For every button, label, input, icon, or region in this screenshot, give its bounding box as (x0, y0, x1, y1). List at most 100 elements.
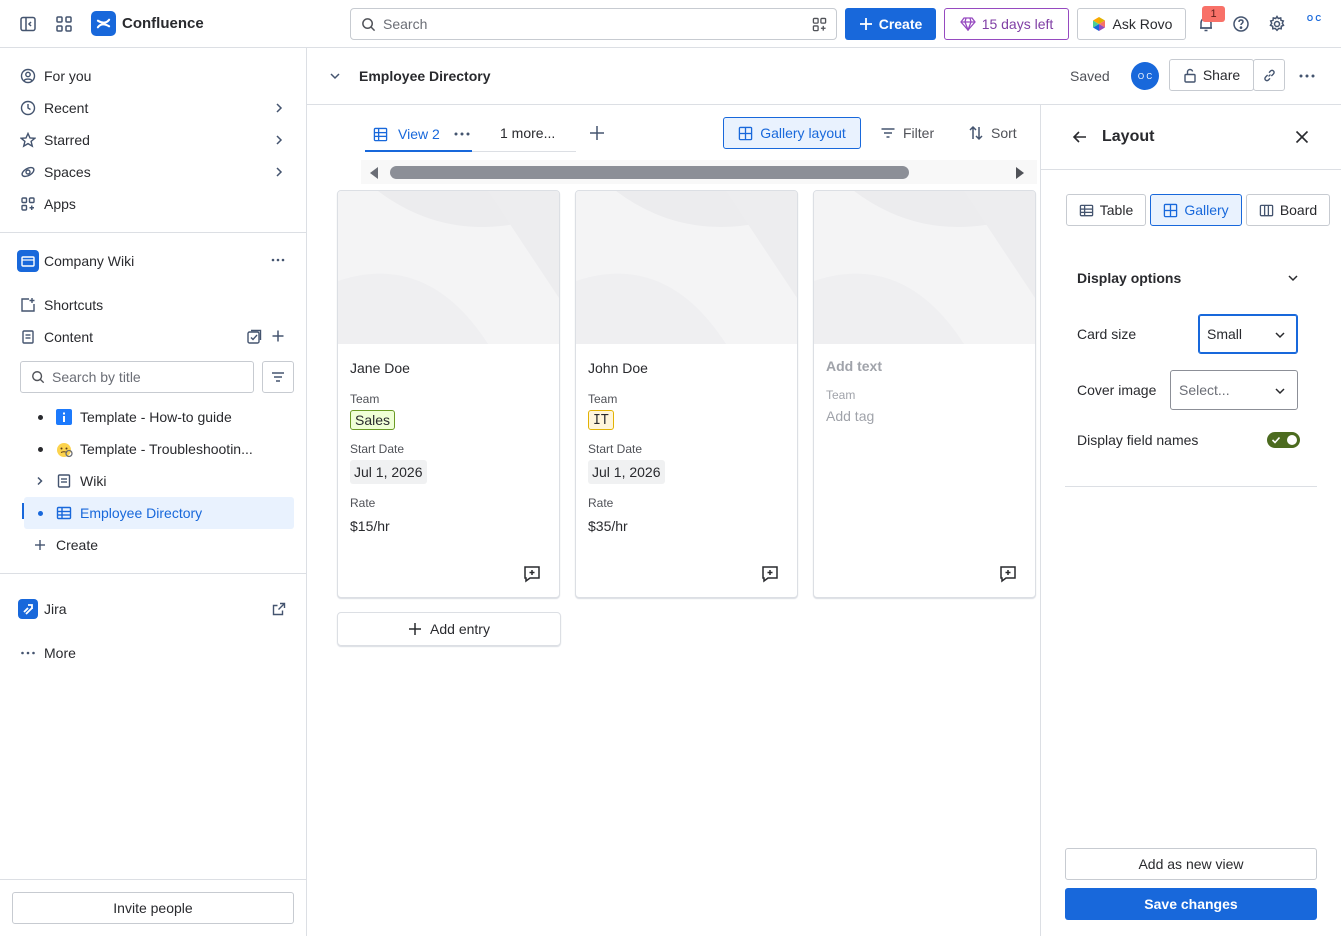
copy-link-button[interactable] (1253, 59, 1285, 91)
field-label: Rate (350, 496, 376, 510)
sidebar-space-company-wiki[interactable]: Company Wiki (12, 245, 294, 277)
display-field-names-toggle[interactable] (1267, 432, 1300, 448)
gallery-layout-button[interactable]: Gallery layout (723, 117, 861, 149)
layout-option-board[interactable]: Board (1246, 194, 1330, 226)
start-date-value[interactable]: Jul 1, 2026 (350, 460, 427, 484)
add-comment-icon[interactable] (523, 565, 541, 583)
content-search-input[interactable]: Search by title (20, 361, 254, 393)
field-label: Team (588, 392, 618, 406)
gallery-card[interactable]: Jane Doe Team Sales Start Date Jul 1, 20… (337, 190, 560, 598)
share-button[interactable]: Share (1169, 59, 1254, 91)
add-tag-placeholder[interactable]: Add tag (826, 408, 874, 424)
add-content-plus-icon[interactable] (271, 329, 285, 343)
app-switcher-icon[interactable] (52, 12, 76, 36)
card-cover-image (338, 191, 559, 344)
sidebar-item-shortcuts[interactable]: Shortcuts (12, 289, 294, 321)
more-views-tab[interactable]: 1 more... (500, 125, 555, 141)
create-button[interactable]: Create (845, 8, 936, 40)
sidebar-item-apps[interactable]: Apps (12, 188, 294, 220)
content-search-placeholder: Search by title (52, 369, 141, 385)
tree-item-how-to-guide[interactable]: Template - How-to guide (24, 401, 294, 433)
add-entry-button[interactable]: Add entry (337, 612, 561, 646)
confluence-logo-icon[interactable] (91, 11, 116, 36)
field-label: Rate (588, 496, 614, 510)
chevron-right-icon[interactable] (272, 133, 286, 147)
card-size-select[interactable]: Small (1198, 314, 1298, 354)
more-actions-icon[interactable] (1298, 68, 1316, 84)
collaborator-avatar[interactable]: O C (1131, 62, 1159, 90)
ask-rovo-button[interactable]: Ask Rovo (1077, 8, 1186, 40)
global-search-input[interactable]: Search (350, 8, 837, 40)
add-view-plus-icon[interactable] (589, 125, 605, 141)
close-icon[interactable] (1294, 129, 1310, 145)
sidebar-item-jira[interactable]: Jira (12, 593, 294, 625)
brand-name[interactable]: Confluence (122, 15, 204, 32)
sidebar-toggle-icon[interactable] (16, 12, 40, 36)
cover-image-select[interactable]: Select... (1170, 370, 1298, 410)
team-tag[interactable]: Sales (350, 410, 396, 430)
sort-button[interactable]: Sort (968, 117, 1017, 149)
sidebar-item-content[interactable]: Content (12, 321, 294, 353)
back-arrow-icon[interactable] (1072, 129, 1088, 145)
sidebar-item-for-you[interactable]: For you (12, 60, 294, 92)
toggle-knob (1287, 435, 1297, 445)
scroll-right-arrow-icon[interactable] (1014, 166, 1026, 180)
space-avatar-icon (12, 250, 44, 272)
sort-icon (969, 125, 983, 141)
board-icon (1259, 204, 1274, 216)
team-tag[interactable]: IT (588, 410, 614, 430)
profile-avatar[interactable]: O C (1301, 14, 1327, 34)
add-comment-icon[interactable] (761, 565, 779, 583)
expand-chevron-icon[interactable] (24, 475, 56, 487)
diamond-icon (959, 17, 976, 31)
chevron-right-icon[interactable] (272, 101, 286, 115)
gallery-card[interactable]: Add text Team Add tag (813, 190, 1036, 598)
gallery-card[interactable]: John Doe Team IT Start Date Jul 1, 2026 … (575, 190, 798, 598)
tab-view-2[interactable]: View 2 (365, 116, 478, 152)
gallery-layout-label: Gallery layout (760, 125, 846, 141)
jira-logo-icon (12, 599, 44, 619)
sort-label: Sort (991, 125, 1017, 141)
add-comment-icon[interactable] (999, 565, 1017, 583)
save-changes-button[interactable]: Save changes (1065, 888, 1317, 920)
card-title-placeholder[interactable]: Add text (826, 358, 882, 374)
tree-item-troubleshooting[interactable]: Template - Troubleshootin... (24, 433, 294, 465)
tree-create-button[interactable]: Create (24, 529, 294, 561)
sidebar-item-starred[interactable]: Starred (12, 124, 294, 156)
start-date-value[interactable]: Jul 1, 2026 (588, 460, 665, 484)
view-more-icon[interactable] (454, 132, 470, 136)
display-options-heading[interactable]: Display options (1077, 270, 1181, 286)
layout-option-table[interactable]: Table (1066, 194, 1146, 226)
trial-button[interactable]: 15 days left (944, 8, 1069, 40)
chevron-down-icon (1273, 384, 1287, 398)
invite-people-button[interactable]: Invite people (12, 892, 294, 924)
spaces-icon (12, 164, 44, 180)
search-filter-icon[interactable] (812, 17, 827, 32)
sidebar-item-label: More (44, 645, 76, 661)
tree-item-wiki[interactable]: Wiki (24, 465, 294, 497)
search-icon (31, 370, 45, 384)
add-as-new-view-button[interactable]: Add as new view (1065, 848, 1317, 880)
sidebar-item-more[interactable]: More (12, 637, 294, 669)
external-link-icon[interactable] (272, 602, 286, 616)
filter-button[interactable]: Filter (880, 117, 934, 149)
sidebar-item-recent[interactable]: Recent (12, 92, 294, 124)
field-label: Team (826, 388, 856, 402)
more-actions-icon[interactable] (270, 252, 286, 268)
table-icon (1079, 204, 1094, 216)
chevron-right-icon[interactable] (272, 165, 286, 179)
display-field-names-label: Display field names (1077, 432, 1199, 448)
help-icon[interactable] (1229, 12, 1253, 36)
scroll-left-arrow-icon[interactable] (368, 166, 380, 180)
scrollbar-thumb[interactable] (390, 166, 909, 179)
table-grid-icon (373, 127, 388, 141)
lock-icon (1184, 68, 1196, 83)
settings-gear-icon[interactable] (1265, 12, 1289, 36)
content-sort-filter-button[interactable] (262, 361, 294, 393)
sidebar-item-spaces[interactable]: Spaces (12, 156, 294, 188)
content-filter-icon[interactable] (246, 329, 262, 345)
chevron-down-icon[interactable] (1286, 271, 1300, 285)
collapse-chevron-icon[interactable] (328, 69, 342, 83)
tree-item-employee-directory[interactable]: Employee Directory (24, 497, 294, 529)
layout-option-gallery[interactable]: Gallery (1150, 194, 1242, 226)
